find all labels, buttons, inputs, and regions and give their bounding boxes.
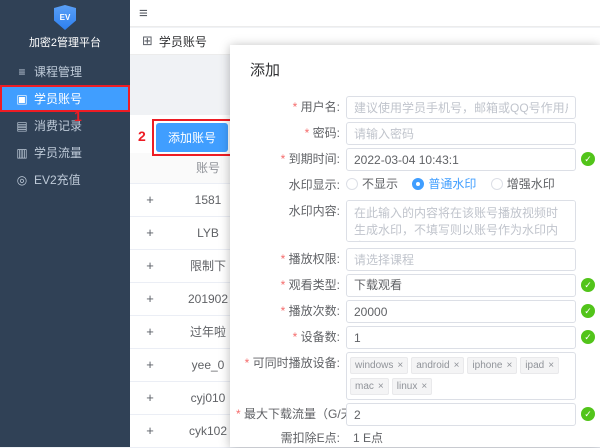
- play-count-input[interactable]: [346, 300, 576, 323]
- radio-icon: [491, 178, 503, 190]
- sidebar-item-label: 课程管理: [34, 63, 82, 80]
- watermark-content-textarea[interactable]: [346, 200, 576, 242]
- expire-time-input[interactable]: [346, 148, 576, 171]
- sidebar-item-courses[interactable]: ≡ 课程管理: [0, 58, 130, 85]
- play-permission-label: 播放权限:: [236, 248, 346, 271]
- field-watermark-display: 水印显示: 不显示 普通水印 增强水印: [236, 174, 600, 197]
- field-max-traffic: 最大下载流量（G/天）: ✓: [236, 403, 600, 426]
- app-logo: EV 加密2管理平台: [0, 0, 130, 50]
- grid-icon: ⊞: [142, 33, 153, 49]
- watch-type-select[interactable]: 下载观看: [346, 274, 576, 297]
- play-permission-select[interactable]: [346, 248, 576, 271]
- device-tag: windows ×: [350, 357, 408, 374]
- sidebar-item-student-traffic[interactable]: ▥ 学员流量: [0, 139, 130, 166]
- field-expire-time: 到期时间: ✓: [236, 148, 600, 171]
- expand-row-icon[interactable]: +: [130, 381, 170, 414]
- radio-selected-icon: [412, 178, 424, 190]
- watch-type-label: 观看类型:: [236, 274, 346, 297]
- sidebar-item-label: EV2充值: [34, 171, 81, 188]
- traffic-icon: ▥: [14, 146, 30, 160]
- device-tag: mac ×: [350, 378, 389, 395]
- field-play-devices: 可同时播放设备: windows × android × iphone × ip…: [236, 352, 600, 400]
- expand-row-icon[interactable]: +: [130, 183, 170, 216]
- records-icon: ▤: [14, 119, 30, 133]
- field-password: 密码:: [236, 122, 600, 145]
- expander-header: [130, 153, 170, 183]
- watermark-radio-group: 不显示 普通水印 增强水印: [346, 174, 576, 194]
- watermark-display-label: 水印显示:: [236, 174, 346, 197]
- tag-close-icon[interactable]: ×: [454, 360, 460, 371]
- expand-row-icon[interactable]: +: [130, 216, 170, 249]
- radio-normal-watermark[interactable]: 普通水印: [412, 174, 476, 194]
- annotation-step-1: 1: [74, 108, 82, 124]
- sidebar-item-ev2-recharge[interactable]: ◎ EV2充值: [0, 166, 130, 193]
- account-icon: ▣: [14, 92, 30, 106]
- sidebar-item-label: 学员账号: [34, 90, 82, 107]
- expand-row-icon[interactable]: +: [130, 249, 170, 282]
- field-watermark-content: 水印内容:: [236, 200, 600, 245]
- dialog-title: 添加: [236, 59, 600, 80]
- radio-enhanced-watermark[interactable]: 增强水印: [491, 174, 555, 194]
- expire-label: 到期时间:: [236, 148, 346, 171]
- field-deduct-points: 需扣除E点: 1 E点: [236, 429, 600, 447]
- field-watch-type: 观看类型: 下载观看 ✓: [236, 274, 600, 297]
- play-devices-label: 可同时播放设备:: [236, 352, 346, 375]
- breadcrumb-title: 学员账号: [159, 33, 207, 50]
- field-play-count: 播放次数: ✓: [236, 300, 600, 323]
- recharge-icon: ◎: [14, 173, 30, 187]
- valid-check-icon: ✓: [581, 330, 595, 344]
- add-account-button[interactable]: 添加账号: [156, 123, 228, 152]
- courses-icon: ≡: [14, 65, 30, 79]
- annotation-box: 添加账号: [152, 119, 232, 156]
- tag-close-icon[interactable]: ×: [506, 360, 512, 371]
- field-device-count: 设备数: ✓: [236, 326, 600, 349]
- annotation-step-2: 2: [138, 128, 146, 144]
- password-input[interactable]: [346, 122, 576, 145]
- max-traffic-input[interactable]: [346, 403, 576, 426]
- expand-row-icon[interactable]: +: [130, 414, 170, 447]
- deduct-points-label: 需扣除E点:: [236, 429, 346, 447]
- valid-check-icon: ✓: [581, 304, 595, 318]
- tag-close-icon[interactable]: ×: [421, 381, 427, 392]
- password-label: 密码:: [236, 122, 346, 145]
- app-title: 加密2管理平台: [0, 34, 130, 50]
- device-tag: linux ×: [392, 378, 432, 395]
- tag-close-icon[interactable]: ×: [548, 360, 554, 371]
- deduct-points-value: 1 E点: [346, 429, 383, 447]
- radio-no-watermark[interactable]: 不显示: [346, 174, 398, 194]
- device-tag: iphone ×: [467, 357, 517, 374]
- expand-row-icon[interactable]: +: [130, 348, 170, 381]
- max-traffic-label: 最大下载流量（G/天）:: [236, 403, 346, 426]
- shield-logo-icon: EV: [54, 5, 76, 30]
- valid-check-icon: ✓: [581, 407, 595, 421]
- field-username: 用户名:: [236, 96, 600, 119]
- username-label: 用户名:: [236, 96, 346, 119]
- device-count-label: 设备数:: [236, 326, 346, 349]
- field-play-permission: 播放权限:: [236, 248, 600, 271]
- hamburger-icon[interactable]: ≡: [139, 5, 148, 22]
- device-count-input[interactable]: [346, 326, 576, 349]
- watermark-content-label: 水印内容:: [236, 200, 346, 223]
- play-devices-multiselect[interactable]: windows × android × iphone × ipad × mac: [346, 352, 576, 400]
- valid-check-icon: ✓: [581, 152, 595, 166]
- tag-close-icon[interactable]: ×: [378, 381, 384, 392]
- sidebar-menu: ≡ 课程管理 ▣ 学员账号 ▤ 消费记录 ▥ 学员流量 ◎ EV2充值: [0, 58, 130, 193]
- play-count-label: 播放次数:: [236, 300, 346, 323]
- tag-close-icon[interactable]: ×: [397, 360, 403, 371]
- username-input[interactable]: [346, 96, 576, 119]
- add-account-dialog: 添加 用户名: 密码: 到期时间: ✓ 水印显示: 不显示 普通水印: [230, 45, 600, 447]
- sidebar-item-student-accounts[interactable]: ▣ 学员账号: [0, 85, 130, 112]
- device-tag: ipad ×: [520, 357, 559, 374]
- valid-check-icon: ✓: [581, 278, 595, 292]
- sidebar-item-consumption-records[interactable]: ▤ 消费记录: [0, 112, 130, 139]
- topbar: ≡: [130, 0, 600, 27]
- expand-row-icon[interactable]: +: [130, 315, 170, 348]
- radio-icon: [346, 178, 358, 190]
- device-tag: android ×: [411, 357, 464, 374]
- sidebar-item-label: 学员流量: [34, 144, 82, 161]
- expand-row-icon[interactable]: +: [130, 282, 170, 315]
- sidebar: EV 加密2管理平台 ≡ 课程管理 ▣ 学员账号 ▤ 消费记录 ▥ 学员流量 ◎…: [0, 0, 130, 447]
